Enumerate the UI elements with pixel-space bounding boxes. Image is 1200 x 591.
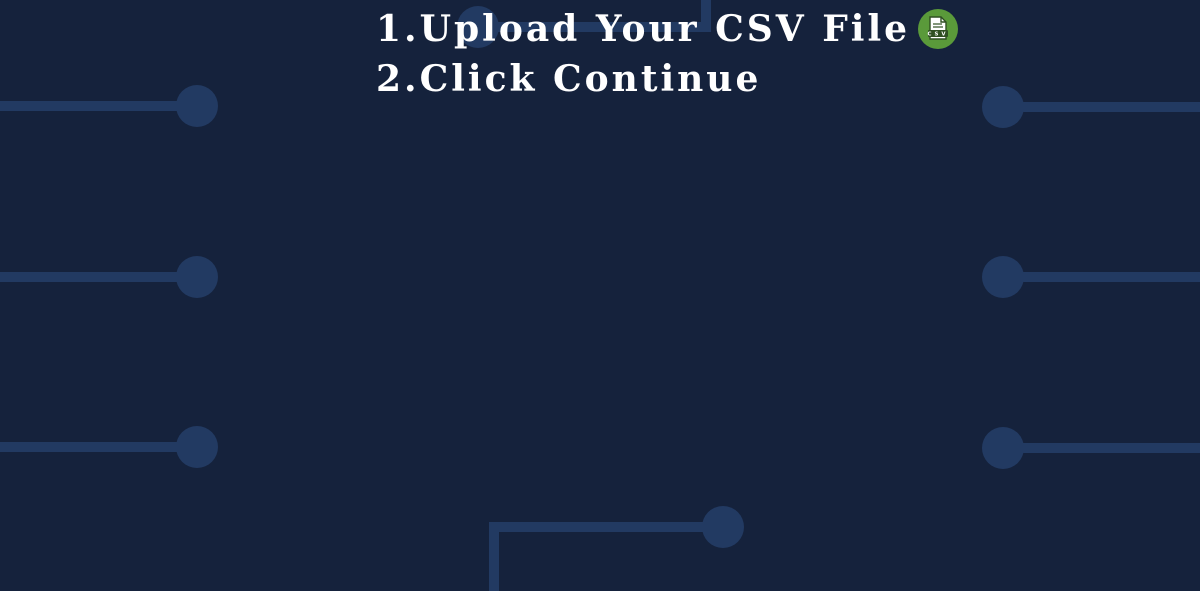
step-number: 2. xyxy=(376,58,420,100)
csv-icon-label: CSV xyxy=(928,32,949,38)
upload-page: 1. Upload Your CSV File CSV 2. Click Con… xyxy=(0,0,1200,591)
step-number: 1. xyxy=(376,8,420,50)
step-click-continue: 2. Click Continue xyxy=(376,54,996,104)
circuit-trace-bottom xyxy=(489,506,744,591)
csv-file-icon[interactable]: CSV xyxy=(918,9,959,49)
step-text: Upload Your CSV File xyxy=(419,8,911,50)
circuit-trace-right-1 xyxy=(982,86,1200,128)
step-text: Click Continue xyxy=(419,58,762,100)
circuit-trace-left-1 xyxy=(0,85,218,127)
circuit-trace-left-2 xyxy=(0,256,218,298)
step-upload-csv: 1. Upload Your CSV File CSV xyxy=(376,4,996,54)
circuit-trace-left-3 xyxy=(0,426,218,468)
instruction-steps: 1. Upload Your CSV File CSV 2. Click Con… xyxy=(376,4,996,104)
circuit-trace-right-2 xyxy=(982,256,1200,298)
circuit-trace-right-3 xyxy=(982,427,1200,469)
csv-document-glyph: CSV xyxy=(928,16,949,40)
